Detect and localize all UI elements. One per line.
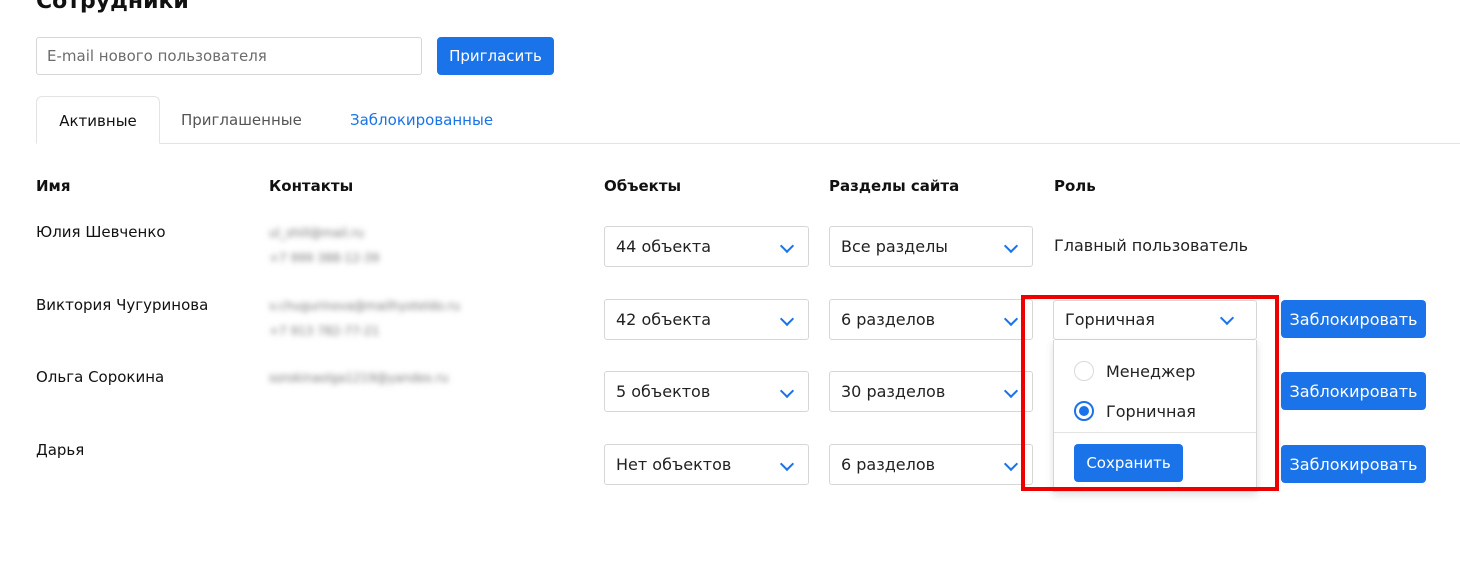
objects-select-value: 42 объекта <box>616 310 712 329</box>
sections-select-value: 6 разделов <box>841 455 936 474</box>
employee-email: ul_shill@mail.ru <box>269 226 364 240</box>
objects-select[interactable]: 44 объекта <box>604 226 809 267</box>
chevron-down-icon <box>1003 456 1019 472</box>
employee-name: Дарья <box>36 441 85 459</box>
sections-select[interactable]: Все разделы <box>829 226 1033 267</box>
chevron-down-icon <box>779 238 795 254</box>
chevron-down-icon <box>779 311 795 327</box>
radio-unchecked-icon[interactable] <box>1074 361 1094 381</box>
employee-phone: +7 913 782-77-21 <box>269 324 380 338</box>
chevron-down-icon <box>1003 383 1019 399</box>
role-dropdown: Менеджер Горничная Сохранить <box>1053 340 1257 492</box>
employee-name: Юлия Шевченко <box>36 223 166 241</box>
sections-select-value: Все разделы <box>841 237 948 256</box>
column-header-contacts: Контакты <box>269 177 354 195</box>
role-select-value: Горничная <box>1065 310 1155 329</box>
objects-select-value: Нет объектов <box>616 455 732 474</box>
tab-blocked[interactable]: Заблокированные <box>350 96 493 144</box>
tab-invited[interactable]: Приглашенные <box>181 96 302 144</box>
chevron-down-icon <box>1003 311 1019 327</box>
block-button[interactable]: Заблокировать <box>1281 300 1426 338</box>
chevron-down-icon <box>779 456 795 472</box>
employee-email: sorokinaolga1219@yandex.ru <box>269 371 449 385</box>
objects-select-value: 5 объектов <box>616 382 711 401</box>
column-header-sections: Разделы сайта <box>829 177 960 195</box>
role-option-maid[interactable]: Горничная <box>1074 399 1196 423</box>
sections-select[interactable]: 30 разделов <box>829 371 1033 412</box>
role-option-manager[interactable]: Менеджер <box>1074 359 1195 383</box>
sections-select[interactable]: 6 разделов <box>829 299 1033 340</box>
objects-select[interactable]: 5 объектов <box>604 371 809 412</box>
employee-email: v.chugurinova@mailhyoteldo.ru <box>269 299 460 313</box>
objects-select[interactable]: Нет объектов <box>604 444 809 485</box>
objects-select-value: 44 объекта <box>616 237 712 256</box>
save-button[interactable]: Сохранить <box>1074 444 1183 482</box>
invite-button[interactable]: Пригласить <box>437 37 554 75</box>
role-text: Главный пользователь <box>1054 236 1249 255</box>
employee-name: Виктория Чугуринова <box>36 296 209 314</box>
employee-phone: +7 999 388-12-39 <box>269 251 380 265</box>
page-title: Сотрудники <box>36 0 189 14</box>
radio-checked-icon[interactable] <box>1074 401 1094 421</box>
block-button[interactable]: Заблокировать <box>1281 372 1426 410</box>
sections-select[interactable]: 6 разделов <box>829 444 1033 485</box>
sections-select-value: 6 разделов <box>841 310 936 329</box>
objects-select[interactable]: 42 объекта <box>604 299 809 340</box>
chevron-down-icon <box>779 383 795 399</box>
column-header-name: Имя <box>36 177 71 195</box>
role-select[interactable]: Горничная <box>1053 300 1257 340</box>
column-header-objects: Объекты <box>604 177 682 195</box>
dropdown-divider <box>1054 432 1256 433</box>
block-button[interactable]: Заблокировать <box>1281 445 1426 483</box>
column-header-role: Роль <box>1054 177 1096 195</box>
chevron-down-icon <box>1003 238 1019 254</box>
role-option-label: Менеджер <box>1106 361 1196 381</box>
role-option-label: Горничная <box>1106 401 1196 421</box>
invite-email-input[interactable] <box>36 37 422 75</box>
employee-name: Ольга Сорокина <box>36 368 165 386</box>
sections-select-value: 30 разделов <box>841 382 946 401</box>
chevron-down-icon <box>1219 310 1235 326</box>
tab-active[interactable]: Активные <box>36 96 160 144</box>
